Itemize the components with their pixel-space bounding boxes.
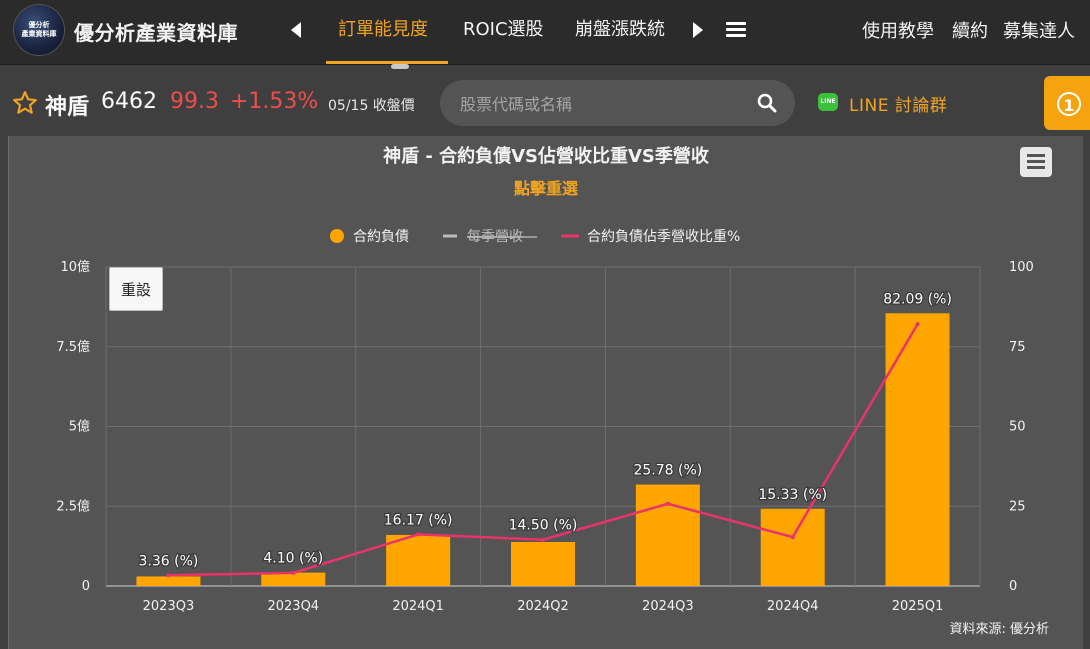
ratio-point — [790, 535, 795, 540]
chart-click-hint[interactable]: 點擊重選 — [514, 179, 578, 198]
stock-search-input[interactable] — [458, 91, 742, 117]
stock-name: 神盾 — [45, 95, 90, 120]
bar — [511, 541, 575, 586]
hamburger-menu-icon[interactable] — [724, 19, 748, 41]
data-label: 16.17 (%) — [384, 512, 453, 528]
chart-reset-button[interactable]: 重設 — [109, 267, 163, 311]
stock-search-box[interactable] — [440, 80, 795, 126]
nav-link-renew[interactable]: 續約 — [952, 17, 988, 43]
x-tick-label: 2024Q3 — [642, 599, 694, 614]
y-left-tick-label: 2.5億 — [56, 498, 90, 514]
logo-text-line1: 優分析 — [28, 21, 50, 29]
notification-button[interactable]: 1 — [1044, 76, 1090, 130]
bar-series-contract-liability[interactable] — [136, 313, 950, 586]
stock-info-bar: 神盾 6462 99.3 +1.53% 05/15 收盤價 LINE LINE … — [0, 70, 1090, 136]
tab-order-visibility[interactable]: 訂單能見度 — [338, 15, 428, 41]
tab-crash-statistics[interactable]: 崩盤漲跌統 — [575, 15, 665, 41]
data-label: 4.10 (%) — [263, 551, 323, 567]
line-app-icon: LINE — [818, 93, 838, 111]
ratio-point — [166, 573, 171, 578]
notification-count-badge: 1 — [1057, 92, 1081, 116]
x-tick-label: 2023Q3 — [143, 599, 195, 614]
y-right-tick-label: 50 — [1009, 420, 1026, 435]
x-tick-label: 2023Q4 — [267, 599, 319, 614]
nav-scroll-left-icon[interactable] — [284, 18, 308, 42]
x-tick-label: 2025Q1 — [892, 599, 944, 614]
active-tab-underline — [326, 61, 448, 64]
legend-label-ratio: 合約負債佔季營收比重% — [587, 229, 740, 245]
tab-roic-screening[interactable]: ROIC選股 — [463, 15, 544, 41]
bar — [885, 313, 950, 586]
bar — [136, 576, 201, 586]
ratio-point — [665, 501, 670, 506]
y-right-tick-label: 75 — [1009, 340, 1026, 355]
data-label: 3.36 (%) — [138, 553, 198, 569]
y-right-tick-label: 0 — [1009, 579, 1017, 594]
logo-text-line2: 產業資料庫 — [21, 30, 57, 38]
y-right-tick-label: 100 — [1009, 260, 1034, 275]
data-label: 25.78 (%) — [633, 463, 702, 479]
data-source-note: 資料來源: 優分析 — [949, 622, 1049, 637]
brand-name[interactable]: 優分析產業資料庫 — [74, 17, 238, 46]
data-label: 82.09 (%) — [883, 291, 952, 307]
data-label: 14.50 (%) — [509, 518, 578, 534]
y-left-tick-label: 10億 — [60, 259, 90, 275]
chart-title: 神盾 - 合約負債VS佔營收比重VS季營收 — [383, 145, 709, 167]
nav-link-tutorial[interactable]: 使用教學 — [862, 17, 934, 43]
legend-label-contract-liability: 合約負債 — [353, 229, 409, 245]
brand-logo[interactable]: 優分析 產業資料庫 — [14, 5, 64, 55]
y-right-tick-label: 25 — [1009, 499, 1026, 514]
legend-marker-bar — [330, 229, 344, 243]
x-tick-label: 2024Q1 — [392, 599, 444, 614]
x-tick-label: 2024Q4 — [767, 599, 819, 614]
data-label: 15.33 (%) — [758, 487, 827, 503]
chart-card: 神盾 - 合約負債VS佔營收比重VS季營收 點擊重選 合約負債 每季營收 合約負債佔… — [8, 136, 1083, 649]
top-navbar: 優分析 產業資料庫 優分析產業資料庫 訂單能見度 ROIC選股 崩盤漲跌統 使用… — [0, 0, 1090, 65]
line-group-link[interactable]: LINE 討論群 — [849, 91, 947, 116]
bar — [635, 484, 700, 586]
ratio-point — [291, 570, 296, 575]
search-icon[interactable] — [757, 93, 777, 113]
ratio-point — [416, 532, 421, 537]
contract-liability-chart: 神盾 - 合約負債VS佔營收比重VS季營收 點擊重選 合約負債 每季營收 合約負債佔… — [56, 145, 1049, 637]
data-labels: 3.36 (%) 4.10 (%) 16.17 (%) 14.50 (%) 25.78 … — [137, 290, 953, 571]
tab-scroll-indicator[interactable] — [391, 64, 409, 69]
bar — [760, 508, 825, 586]
y-left-tick-label: 0 — [82, 579, 90, 594]
y-left-tick-label: 7.5億 — [56, 339, 90, 355]
stock-price: 99.3 — [170, 89, 219, 114]
nav-link-recruit[interactable]: 募集達人 — [1003, 17, 1075, 43]
x-tick-label: 2024Q2 — [517, 599, 569, 614]
y-left-tick-label: 5億 — [69, 419, 90, 435]
close-price-date: 05/15 收盤價 — [328, 98, 415, 114]
stock-change-percent: +1.53% — [230, 89, 319, 114]
chart-export-menu-icon[interactable] — [1020, 147, 1052, 177]
ratio-point — [541, 537, 545, 542]
star-favorite-icon[interactable] — [12, 90, 38, 116]
chart-legend: 合約負債 每季營收 合約負債佔季營收比重% — [330, 229, 740, 245]
nav-scroll-right-icon[interactable] — [685, 18, 709, 42]
ratio-point — [915, 322, 920, 327]
stock-code: 6462 — [101, 89, 157, 114]
